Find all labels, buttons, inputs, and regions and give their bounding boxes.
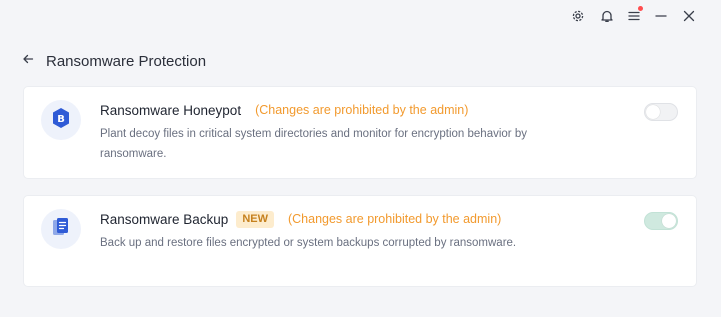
honeypot-card: B Ransomware Honeypot (Changes are prohi… bbox=[24, 87, 696, 178]
backup-description: Back up and restore files encrypted or s… bbox=[100, 237, 517, 249]
bitcoin-shield-icon: B bbox=[49, 106, 73, 135]
backup-toggle[interactable] bbox=[644, 212, 678, 230]
notification-dot bbox=[638, 6, 643, 11]
honeypot-title-row: Ransomware Honeypot (Changes are prohibi… bbox=[100, 100, 468, 120]
minimize-button[interactable] bbox=[651, 6, 671, 26]
page-header: Ransomware Protection bbox=[20, 50, 206, 72]
backup-title-row: Ransomware Backup NEW (Changes are prohi… bbox=[100, 209, 501, 229]
honeypot-description: Plant decoy files in critical system dir… bbox=[100, 128, 527, 160]
honeypot-title: Ransomware Honeypot bbox=[100, 102, 242, 118]
backup-title: Ransomware Backup bbox=[100, 211, 229, 227]
backup-icon-wrapper bbox=[41, 209, 81, 249]
honeypot-icon-wrapper: B bbox=[41, 100, 81, 140]
document-copy-icon bbox=[50, 216, 72, 243]
new-badge: NEW bbox=[236, 210, 274, 228]
minimize-icon bbox=[654, 9, 668, 23]
bell-icon bbox=[600, 9, 614, 23]
settings-button[interactable] bbox=[568, 6, 588, 26]
honeypot-toggle[interactable] bbox=[644, 103, 678, 121]
menu-button[interactable] bbox=[624, 6, 644, 26]
page-title: Ransomware Protection bbox=[46, 52, 207, 70]
arrow-left-icon bbox=[22, 52, 34, 70]
gear-icon bbox=[571, 9, 585, 23]
toggle-knob bbox=[646, 105, 660, 119]
back-button[interactable] bbox=[20, 53, 36, 69]
title-bar bbox=[0, 0, 721, 32]
toggle-knob bbox=[662, 214, 676, 228]
close-icon bbox=[682, 9, 696, 23]
backup-admin-note: (Changes are prohibited by the admin) bbox=[287, 212, 502, 226]
honeypot-admin-note: (Changes are prohibited by the admin) bbox=[255, 103, 469, 117]
backup-card: Ransomware Backup NEW (Changes are prohi… bbox=[24, 196, 696, 286]
hamburger-menu-icon bbox=[627, 9, 641, 23]
notifications-button[interactable] bbox=[597, 6, 617, 26]
close-button[interactable] bbox=[679, 6, 699, 26]
svg-text:B: B bbox=[57, 114, 65, 125]
